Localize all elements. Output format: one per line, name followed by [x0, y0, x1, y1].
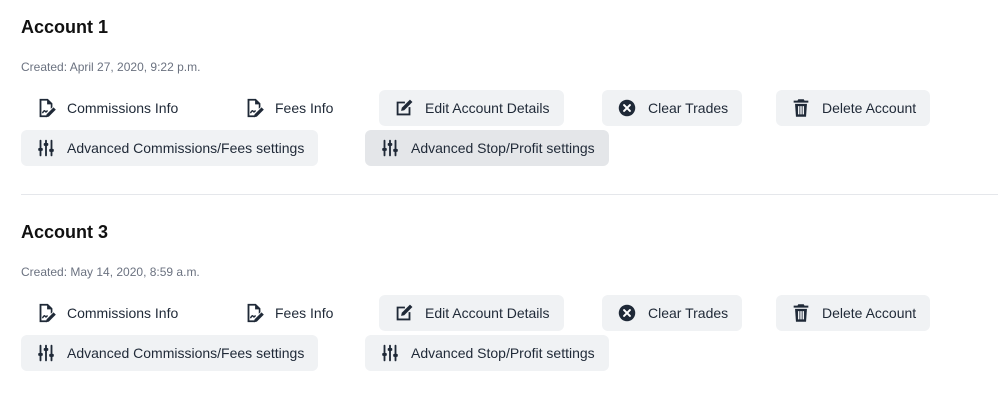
- times-circle-icon: [616, 97, 638, 119]
- clear-trades-button[interactable]: Clear Trades: [602, 295, 743, 331]
- advanced-commissions-fees-settings-button[interactable]: Advanced Commissions/Fees settings: [21, 130, 319, 166]
- advanced-stop-profit-settings-button[interactable]: Advanced Stop/Profit settings: [365, 130, 609, 166]
- trash-icon: [790, 97, 812, 119]
- commissions-info-button[interactable]: Commissions Info: [21, 295, 192, 331]
- edit-account-details-button[interactable]: Edit Account Details: [379, 90, 564, 126]
- clear-trades-label: Clear Trades: [648, 100, 729, 116]
- advanced-commissions-fees-settings-label: Advanced Commissions/Fees settings: [67, 140, 305, 156]
- file-signature-icon: [35, 97, 57, 119]
- advanced-stop-profit-settings-label: Advanced Stop/Profit settings: [411, 345, 595, 361]
- trash-icon: [790, 302, 812, 324]
- account-title: Account 1: [21, 17, 109, 37]
- sliders-icon: [379, 137, 401, 159]
- account-created-date: Created: April 27, 2020, 9:22 p.m.: [21, 60, 201, 74]
- delete-account-button[interactable]: Delete Account: [776, 90, 931, 126]
- sliders-icon: [35, 342, 57, 364]
- fees-info-button[interactable]: Fees Info: [229, 90, 347, 126]
- file-signature-icon: [243, 302, 265, 324]
- fees-info-button[interactable]: Fees Info: [229, 295, 347, 331]
- edit-account-details-label: Edit Account Details: [425, 305, 550, 321]
- delete-account-label: Delete Account: [822, 305, 917, 321]
- advanced-commissions-fees-settings-label: Advanced Commissions/Fees settings: [67, 345, 305, 361]
- edit-account-details-button[interactable]: Edit Account Details: [379, 295, 564, 331]
- advanced-stop-profit-settings-label: Advanced Stop/Profit settings: [411, 140, 595, 156]
- sliders-icon: [35, 137, 57, 159]
- fees-info-label: Fees Info: [275, 100, 334, 116]
- commissions-info-label: Commissions Info: [67, 305, 179, 321]
- file-signature-icon: [243, 97, 265, 119]
- sliders-icon: [379, 342, 401, 364]
- edit-icon: [393, 302, 415, 324]
- advanced-stop-profit-settings-button[interactable]: Advanced Stop/Profit settings: [365, 335, 609, 371]
- account-created-date: Created: May 14, 2020, 8:59 a.m.: [21, 265, 200, 279]
- advanced-commissions-fees-settings-button[interactable]: Advanced Commissions/Fees settings: [21, 335, 319, 371]
- file-signature-icon: [35, 302, 57, 324]
- delete-account-button[interactable]: Delete Account: [776, 295, 931, 331]
- commissions-info-button[interactable]: Commissions Info: [21, 90, 192, 126]
- edit-account-details-label: Edit Account Details: [425, 100, 550, 116]
- delete-account-label: Delete Account: [822, 100, 917, 116]
- commissions-info-label: Commissions Info: [67, 100, 179, 116]
- section-divider: [21, 194, 998, 195]
- clear-trades-label: Clear Trades: [648, 305, 729, 321]
- clear-trades-button[interactable]: Clear Trades: [602, 90, 743, 126]
- fees-info-label: Fees Info: [275, 305, 334, 321]
- edit-icon: [393, 97, 415, 119]
- account-title: Account 3: [21, 222, 109, 242]
- times-circle-icon: [616, 302, 638, 324]
